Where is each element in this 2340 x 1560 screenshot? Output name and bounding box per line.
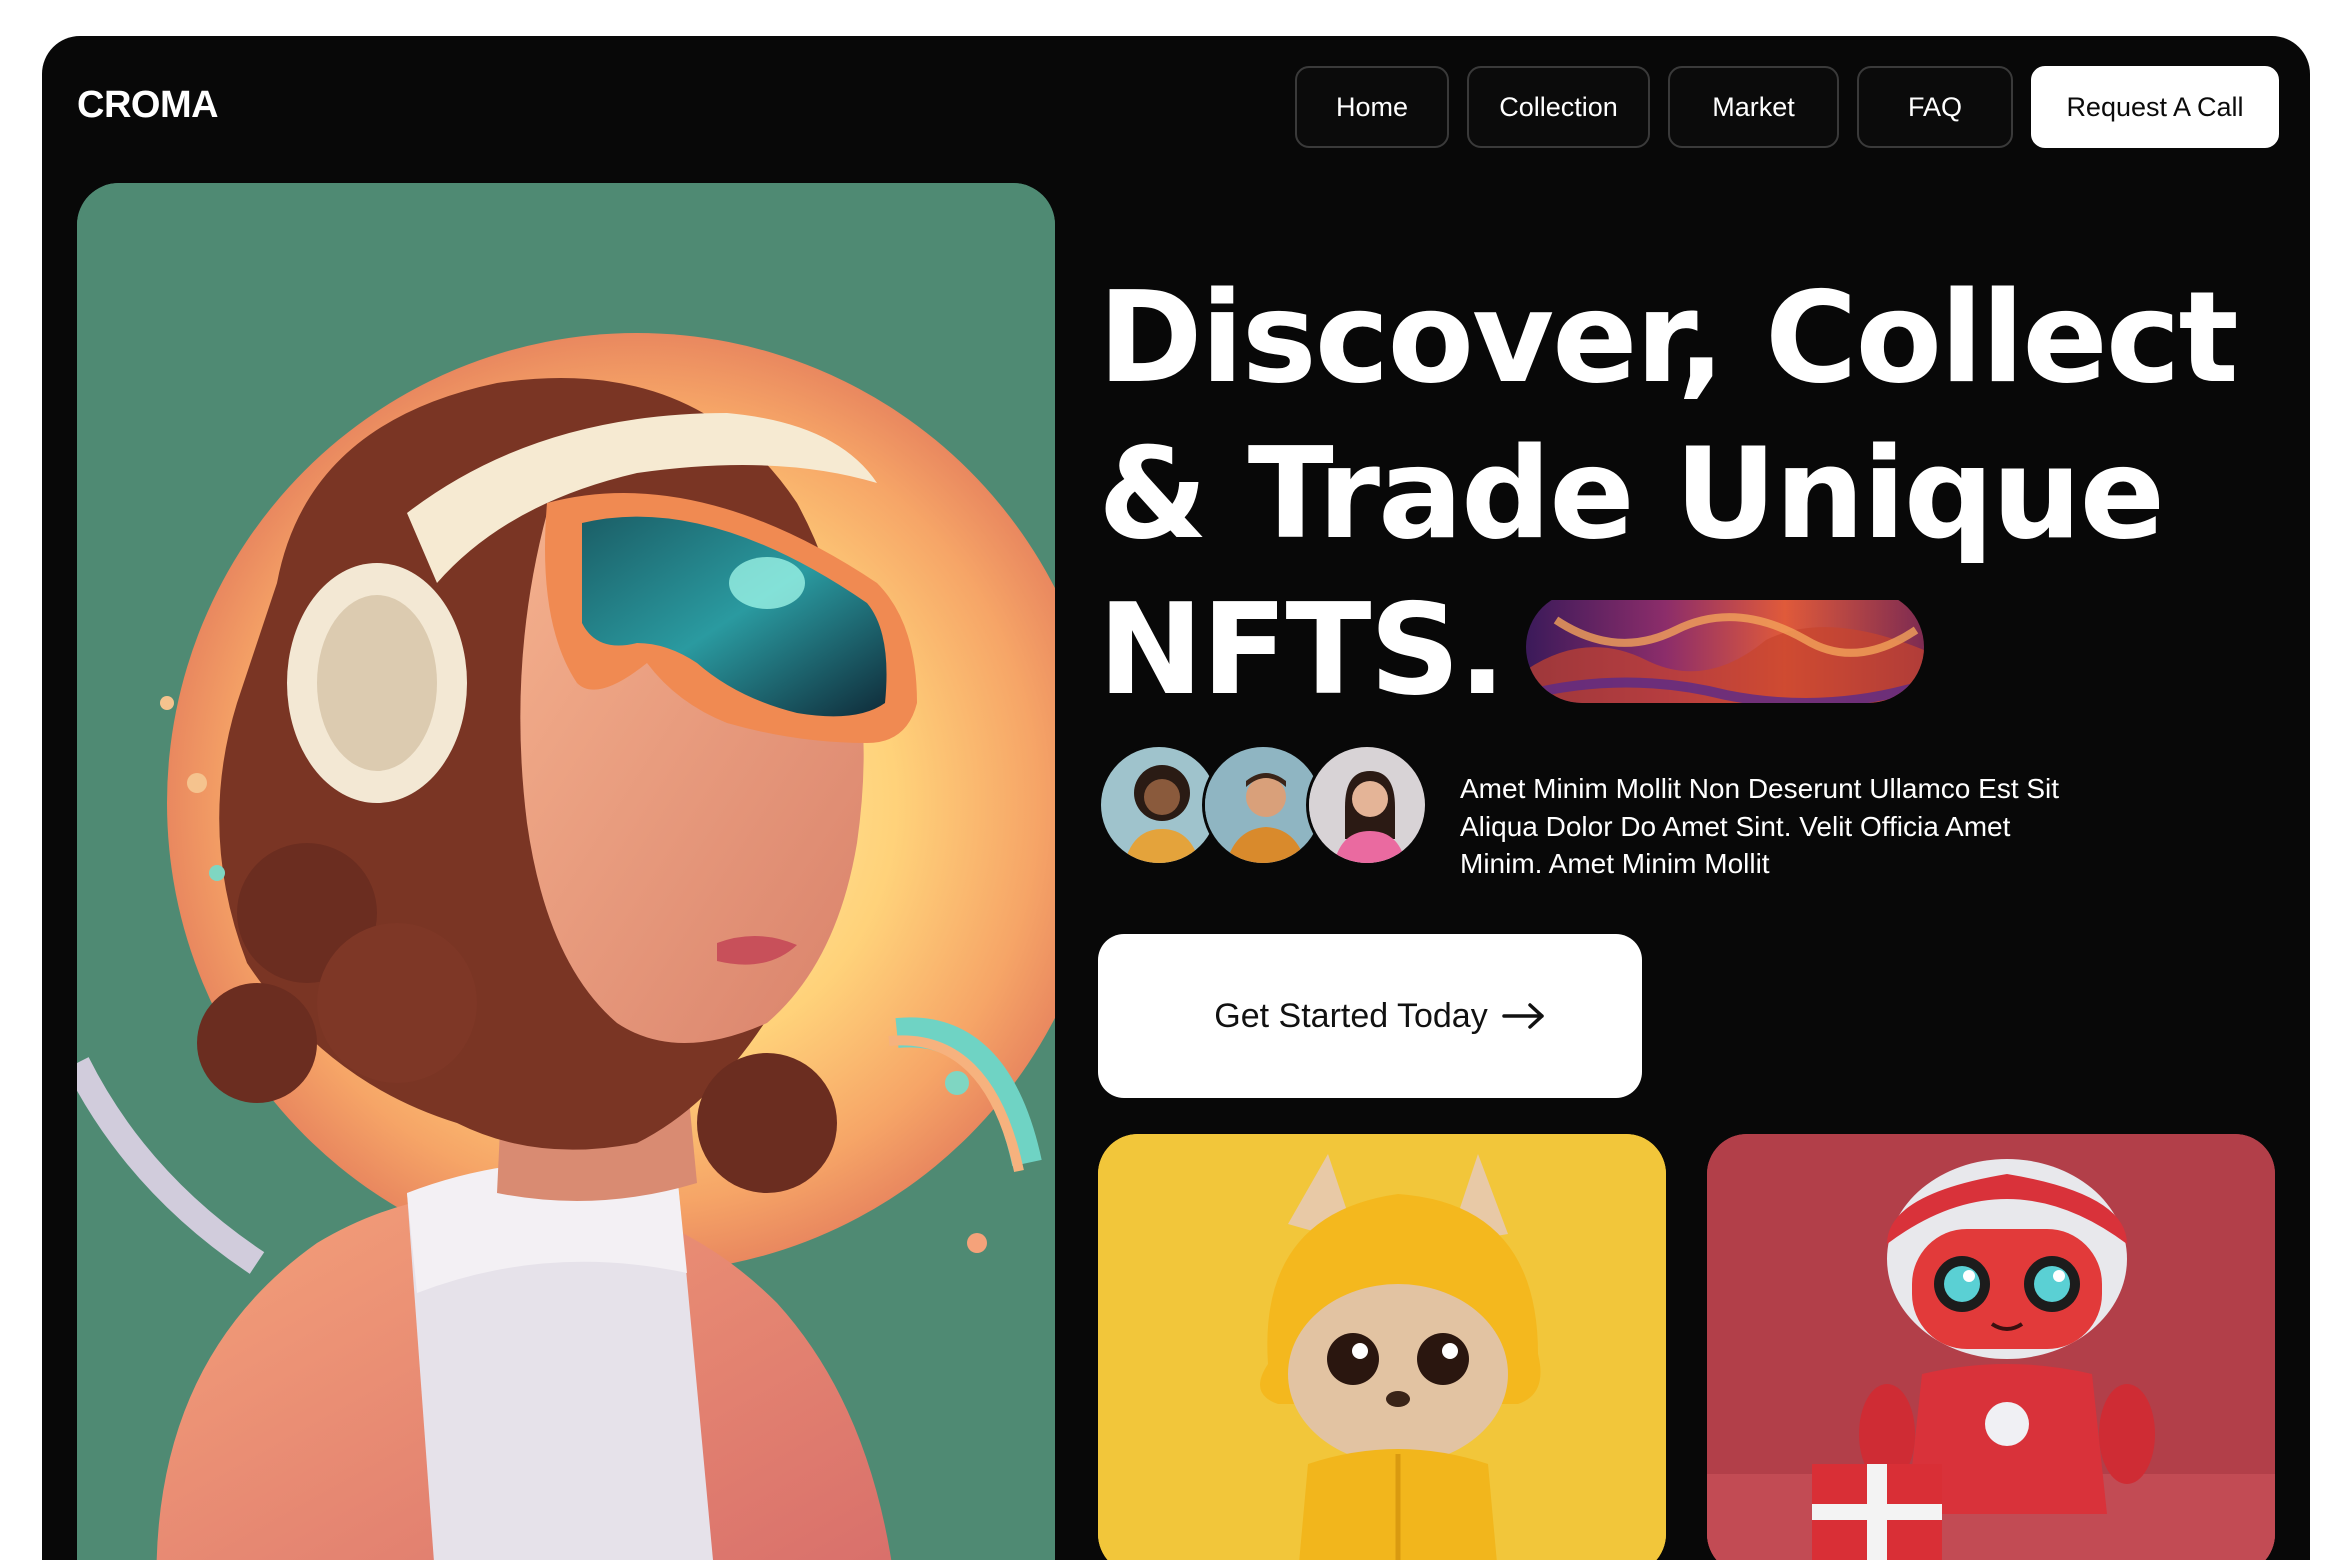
nav-collection[interactable]: Collection	[1467, 66, 1650, 148]
hero-description: Amet Minim Mollit Non Deserunt Ullamco E…	[1460, 773, 2060, 879]
headline-line-1: Discover, Collect	[1098, 264, 2239, 411]
get-started-button[interactable]: Get Started Today	[1098, 934, 1642, 1098]
nft-card-cat[interactable]	[1098, 1134, 1666, 1560]
page-frame: CROMA Home Collection Market FAQ Request…	[42, 36, 2310, 1560]
nav-market[interactable]: Market	[1668, 66, 1839, 148]
hero-nft-image[interactable]	[77, 183, 1055, 1560]
cat-raincoat-illustration	[1098, 1134, 1666, 1560]
arrow-right-icon	[1501, 1003, 1544, 1029]
robot-astronaut-illustration	[1707, 1134, 2275, 1560]
nav-faq[interactable]: FAQ	[1857, 66, 2013, 148]
headline-nfts: NFTS.	[1098, 576, 1506, 723]
headline-line-2: & Trade Unique	[1098, 420, 2165, 567]
logo[interactable]: CROMA	[77, 84, 219, 127]
get-started-label: Get Started Today	[1214, 996, 1488, 1035]
nav-home[interactable]: Home	[1295, 66, 1449, 148]
request-call-button[interactable]: Request A Call	[2031, 66, 2279, 148]
collector-avatars	[1098, 744, 1428, 868]
avatar[interactable]	[1306, 744, 1428, 866]
abstract-art-pill	[1526, 591, 1925, 703]
vr-girl-illustration	[77, 183, 1055, 1560]
main-nav: Home Collection Market FAQ Request A Cal…	[1295, 66, 2279, 148]
headline-line-3: NFTS.	[1098, 572, 2237, 728]
hero-headline: Discover, Collect & Trade Unique NFTS.	[1098, 260, 2239, 728]
nft-card-robot[interactable]	[1707, 1134, 2275, 1560]
